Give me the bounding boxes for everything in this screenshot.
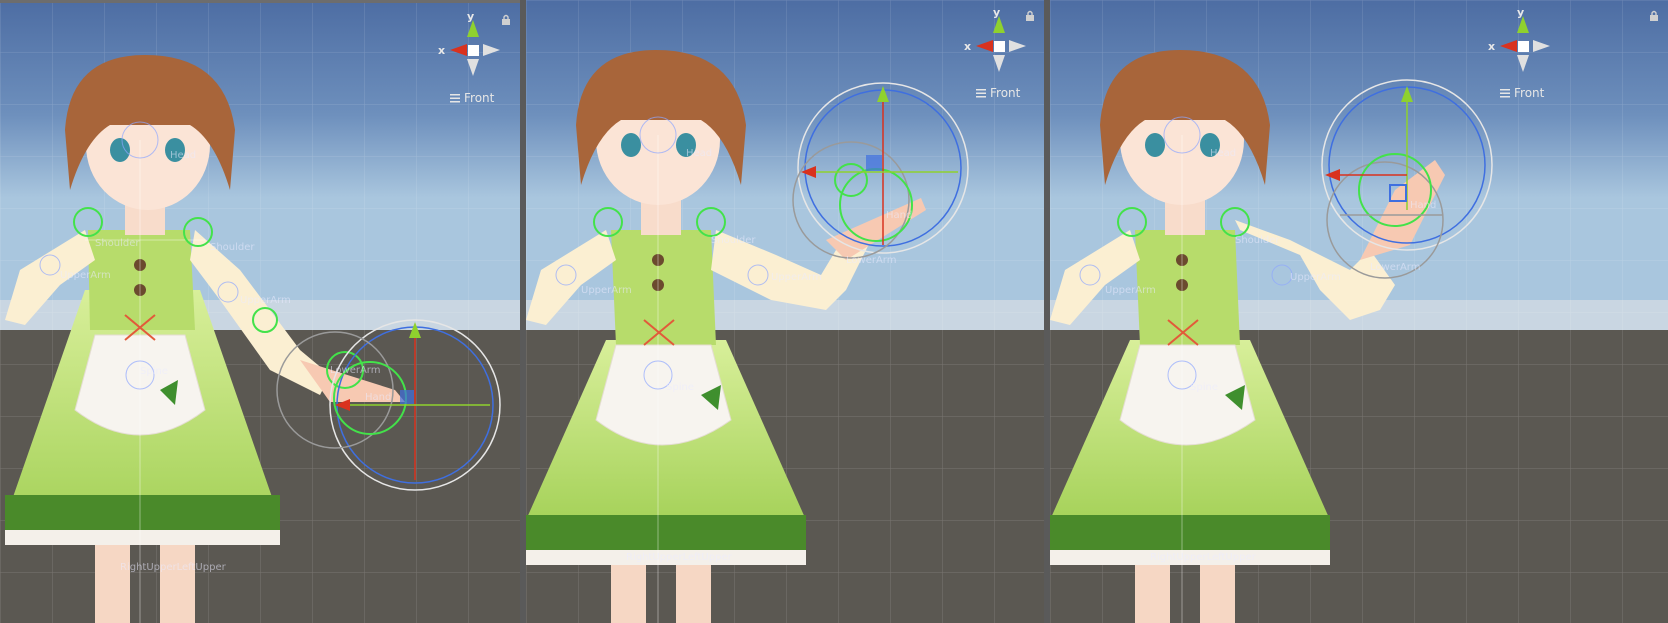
menu-icon: [450, 94, 460, 103]
view-mode-text: Front: [1514, 86, 1545, 100]
view-mode-label[interactable]: Front: [976, 86, 1020, 100]
lock-icon[interactable]: [1024, 10, 1036, 22]
scene-view-3[interactable]: Head Shoulder UpperArm UpperArm LowerArm…: [1050, 0, 1668, 623]
bone-label-shoulder: Shoulder: [711, 235, 756, 246]
view-mode-text: Front: [990, 86, 1021, 100]
orientation-gizmo[interactable]: y x: [1488, 6, 1580, 78]
bone-label-right-upper-arm: UpperArm: [1105, 285, 1156, 296]
bone-label-right-upper-arm: UpperArm: [60, 270, 111, 281]
scene-view-2[interactable]: Head Shoulder UpperArm UpperArm LowerArm…: [526, 0, 1044, 623]
lock-icon[interactable]: [1648, 10, 1660, 22]
bone-label-left-hand: Hand: [1410, 200, 1437, 211]
bone-label-spine: Spine: [140, 366, 168, 377]
menu-icon: [1500, 89, 1510, 98]
bone-label-left-hand: Hand: [886, 210, 913, 221]
bone-label-head: Head: [686, 148, 713, 159]
scene-view-strip: Head Shoulder Shoulder UpperArm UpperArm…: [0, 0, 1668, 623]
bone-label-upper-legs: RightUpperLeftUpper: [1150, 552, 1256, 563]
bone-label-left-upper-arm: UpperArm: [240, 295, 291, 306]
toolbar-strip: [0, 0, 520, 3]
bone-label-shoulder: Shoulder: [1235, 235, 1280, 246]
bone-label-spine: Spine: [1190, 382, 1218, 393]
axis-cube-icon[interactable]: [1500, 8, 1580, 78]
view-mode-label[interactable]: Front: [1500, 86, 1544, 100]
view-mode-label[interactable]: Front: [450, 91, 494, 105]
lock-icon[interactable]: [500, 14, 512, 26]
x-axis-label: x: [438, 44, 446, 57]
view-mode-text: Front: [464, 91, 495, 105]
menu-icon: [976, 89, 986, 98]
bone-label-left-lower-arm: LowerArm: [1370, 262, 1421, 273]
scene-view-1[interactable]: Head Shoulder Shoulder UpperArm UpperArm…: [0, 0, 520, 623]
y-axis-label: y: [993, 6, 1001, 19]
x-axis-label: x: [964, 40, 972, 53]
y-axis-label: y: [467, 10, 475, 23]
bone-label-left-hand: Hand: [365, 392, 392, 403]
bone-label-left-shoulder: Shoulder: [210, 242, 255, 253]
bone-label-head: Head: [170, 150, 197, 161]
scene-render[interactable]: [526, 0, 1044, 623]
bone-label-left-upper-arm: UpperArm: [771, 272, 822, 283]
scene-render[interactable]: [1050, 0, 1668, 623]
bone-label-left-lower-arm: LowerArm: [330, 365, 381, 376]
bone-label-spine: Spine: [666, 382, 694, 393]
scene-render[interactable]: [0, 0, 520, 623]
x-axis-label: x: [1488, 40, 1496, 53]
y-axis-label: y: [1517, 6, 1525, 19]
bone-label-head: Head: [1210, 148, 1237, 159]
bone-label-right-shoulder: Shoulder: [95, 238, 140, 249]
bone-label-right-upper-arm: UpperArm: [581, 285, 632, 296]
bone-label-upper-legs: RightUpperLeftUpper: [120, 562, 226, 573]
bone-label-left-lower-arm: LowerArm: [846, 255, 897, 266]
bone-label-left-upper-arm: UpperArm: [1290, 272, 1341, 283]
bone-label-upper-legs: RightUpperLeftUpper: [626, 552, 732, 563]
